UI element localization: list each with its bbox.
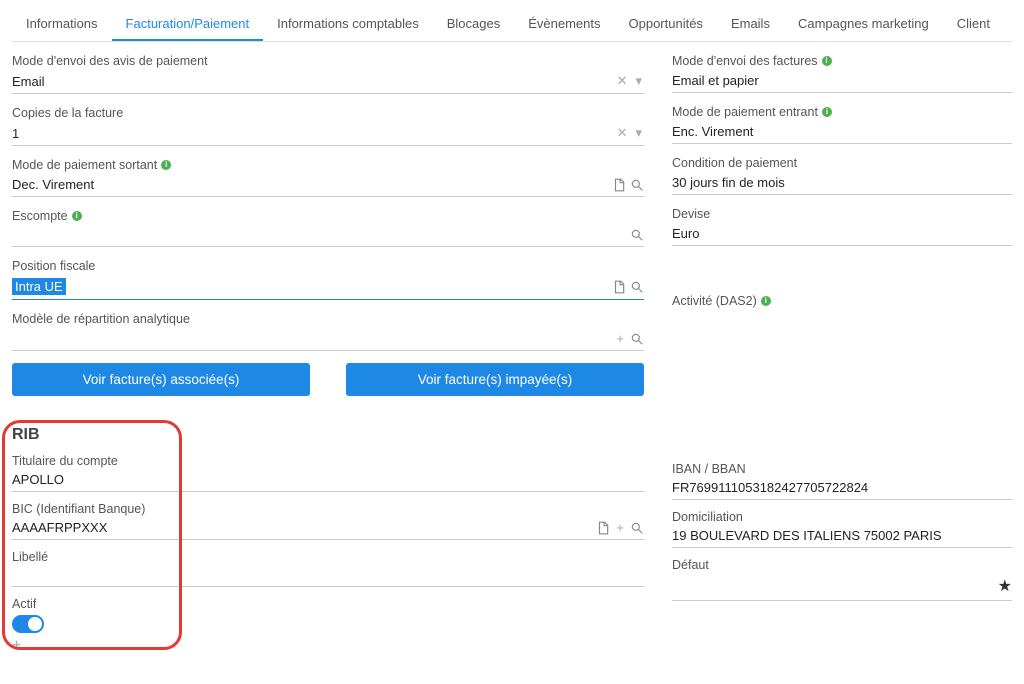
tab-emails[interactable]: Emails xyxy=(717,8,784,41)
chevron-down-icon[interactable]: ▾ xyxy=(633,125,644,141)
actif-toggle[interactable] xyxy=(12,615,44,633)
tab-opportunites[interactable]: Opportunités xyxy=(615,8,717,41)
field-actif: Actif xyxy=(12,597,644,633)
label-activite-das2: Activité (DAS2) xyxy=(672,294,757,308)
field-mode-envoi-factures: Mode d'envoi des factures i Email et pap… xyxy=(672,54,1012,93)
field-copies-facture: Copies de la facture 1 ✕ ▾ xyxy=(12,106,644,146)
field-titulaire-compte: Titulaire du compte APOLLO xyxy=(12,454,644,492)
field-mode-paiement-sortant: Mode de paiement sortant i Dec. Virement xyxy=(12,158,644,197)
value-mode-envoi-avis[interactable]: Email xyxy=(12,74,615,89)
value-iban[interactable]: FR7699111053182427705722824 xyxy=(672,480,1012,495)
label-libelle: Libellé xyxy=(12,550,48,564)
value-domiciliation[interactable]: 19 BOULEVARD DES ITALIENS 75002 PARIS xyxy=(672,528,1012,543)
value-mode-envoi-factures[interactable]: Email et papier xyxy=(672,73,1012,88)
label-devise: Devise xyxy=(672,207,710,221)
voir-factures-associees-button[interactable]: Voir facture(s) associée(s) xyxy=(12,363,310,396)
value-mode-paiement-sortant[interactable]: Dec. Virement xyxy=(12,177,612,192)
search-icon[interactable] xyxy=(630,178,644,192)
rib-title: RIB xyxy=(12,426,644,444)
label-escompte: Escompte xyxy=(12,209,68,223)
info-icon[interactable]: i xyxy=(161,160,171,170)
field-domiciliation: Domiciliation 19 BOULEVARD DES ITALIENS … xyxy=(672,510,1012,548)
tab-campagnes-marketing[interactable]: Campagnes marketing xyxy=(784,8,943,41)
search-icon[interactable] xyxy=(630,521,644,535)
info-icon[interactable]: i xyxy=(72,211,82,221)
tab-client[interactable]: Client xyxy=(943,8,1004,41)
tab-informations[interactable]: Informations xyxy=(12,8,112,41)
label-mode-envoi-avis: Mode d'envoi des avis de paiement xyxy=(12,54,208,68)
document-icon[interactable] xyxy=(612,280,626,294)
field-activite-das2: Activité (DAS2) i xyxy=(672,294,1012,308)
label-mode-envoi-factures: Mode d'envoi des factures xyxy=(672,54,818,68)
chevron-down-icon[interactable]: ▾ xyxy=(633,73,644,89)
info-icon[interactable]: i xyxy=(822,107,832,117)
label-actif: Actif xyxy=(12,597,36,611)
add-rib-icon[interactable]: + xyxy=(12,637,644,655)
field-defaut: Défaut ★ xyxy=(672,558,1012,601)
field-modele-repartition: Modèle de répartition analytique + xyxy=(12,312,644,351)
search-icon[interactable] xyxy=(630,228,644,242)
label-domiciliation: Domiciliation xyxy=(672,510,743,524)
label-mode-paiement-sortant: Mode de paiement sortant xyxy=(12,158,157,172)
tab-facturation-paiement[interactable]: Facturation/Paiement xyxy=(112,8,264,41)
field-position-fiscale: Position fiscale Intra UE xyxy=(12,259,644,300)
star-icon[interactable]: ★ xyxy=(998,576,1012,596)
clear-icon[interactable]: ✕ xyxy=(615,73,630,89)
field-escompte: Escompte i xyxy=(12,209,644,247)
plus-icon[interactable]: + xyxy=(614,331,626,346)
field-iban: IBAN / BBAN FR7699111053182427705722824 xyxy=(672,462,1012,500)
plus-icon[interactable]: + xyxy=(614,520,626,535)
value-devise[interactable]: Euro xyxy=(672,226,1012,241)
search-icon[interactable] xyxy=(630,280,644,294)
field-bic: BIC (Identifiant Banque) AAAAFRPPXXX + xyxy=(12,502,644,540)
label-modele-repartition: Modèle de répartition analytique xyxy=(12,312,190,326)
label-bic: BIC (Identifiant Banque) xyxy=(12,502,145,516)
field-mode-envoi-avis: Mode d'envoi des avis de paiement Email … xyxy=(12,54,644,94)
clear-icon[interactable]: ✕ xyxy=(615,125,630,141)
value-copies-facture[interactable]: 1 xyxy=(12,126,615,141)
label-position-fiscale: Position fiscale xyxy=(12,259,95,273)
tab-informations-comptables[interactable]: Informations comptables xyxy=(263,8,433,41)
document-icon[interactable] xyxy=(612,178,626,192)
field-condition-paiement: Condition de paiement 30 jours fin de mo… xyxy=(672,156,1012,195)
tab-evenements[interactable]: Évènements xyxy=(514,8,614,41)
label-titulaire-compte: Titulaire du compte xyxy=(12,454,118,468)
tab-blocages[interactable]: Blocages xyxy=(433,8,514,41)
label-iban: IBAN / BBAN xyxy=(672,462,746,476)
value-titulaire-compte[interactable]: APOLLO xyxy=(12,472,644,487)
value-condition-paiement[interactable]: 30 jours fin de mois xyxy=(672,175,1012,190)
field-devise: Devise Euro xyxy=(672,207,1012,246)
document-icon[interactable] xyxy=(596,521,610,535)
search-icon[interactable] xyxy=(630,332,644,346)
field-libelle: Libellé xyxy=(12,550,644,587)
tab-bar: Informations Facturation/Paiement Inform… xyxy=(12,8,1012,42)
info-icon[interactable]: i xyxy=(761,296,771,306)
label-copies-facture: Copies de la facture xyxy=(12,106,123,120)
label-mode-paiement-entrant: Mode de paiement entrant xyxy=(672,105,818,119)
field-mode-paiement-entrant: Mode de paiement entrant i Enc. Virement xyxy=(672,105,1012,144)
value-position-fiscale[interactable]: Intra UE xyxy=(12,278,66,295)
info-icon[interactable]: i xyxy=(822,56,832,66)
label-condition-paiement: Condition de paiement xyxy=(672,156,797,170)
voir-factures-impayees-button[interactable]: Voir facture(s) impayée(s) xyxy=(346,363,644,396)
label-defaut: Défaut xyxy=(672,558,709,572)
value-bic[interactable]: AAAAFRPPXXX xyxy=(12,520,596,535)
value-mode-paiement-entrant[interactable]: Enc. Virement xyxy=(672,124,1012,139)
